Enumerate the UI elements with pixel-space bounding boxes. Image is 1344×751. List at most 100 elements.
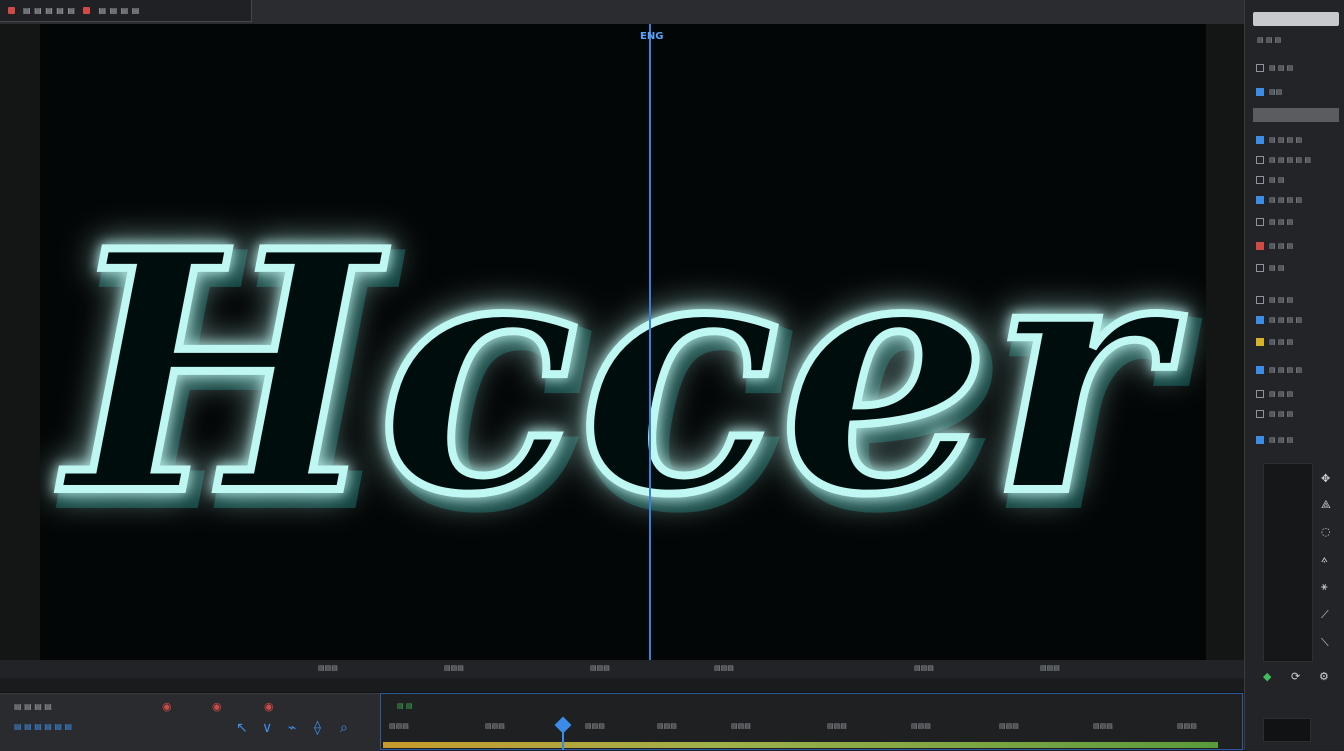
- neon-text: Hccer: [56, 179, 1186, 567]
- timeline-clip[interactable]: [383, 742, 1218, 748]
- panel-item-label: ▤ ▤ ▤: [1269, 218, 1294, 226]
- panel-item-label: ▤ ▤ ▤ ▤: [1269, 366, 1303, 374]
- pen-icon: [1256, 296, 1264, 304]
- panel-item[interactable]: ▤ ▤ ▤: [1256, 218, 1293, 226]
- panel-item-label: ▤ ▤: [1269, 176, 1285, 184]
- track-tick-label: ▤▤▤: [585, 722, 605, 730]
- track-name: ▤ ▤: [397, 702, 413, 710]
- tool-icon-2[interactable]: ⟁: [1321, 498, 1331, 512]
- panel-item-label: ▤ ▤ ▤ ▤: [1269, 196, 1303, 204]
- panel-item-label: ▤ ▤ ▤: [1269, 390, 1294, 398]
- tool-icon-5[interactable]: ⚹: [1321, 580, 1328, 594]
- panel-item-label: ▤ ▤ ▤ ▤: [1269, 316, 1303, 324]
- photo-icon: [1256, 316, 1264, 324]
- keyframe-icon[interactable]: ◆: [1263, 670, 1271, 683]
- playhead-line[interactable]: [649, 24, 651, 662]
- panel-item-label: ▤ ▤ ▤: [1269, 338, 1294, 346]
- layer-icon: [1256, 218, 1264, 226]
- toolbar-tick-label: ▤▤▤: [590, 664, 610, 672]
- panel-item-label: ▤ ▤ ▤ ▤ ▤: [1269, 156, 1311, 164]
- track-tick-label: ▤▤▤: [827, 722, 847, 730]
- tool-icon-7[interactable]: ⟍: [1321, 636, 1329, 650]
- solo-track-icon[interactable]: ◉: [264, 700, 274, 713]
- panel-item-label: ▤ ▤ ▤: [1269, 242, 1294, 250]
- record-icon-2[interactable]: [83, 7, 91, 14]
- top-menu: ▤ ▤ ▤ ▤ ▤ ▤ ▤ ▤ ▤: [0, 0, 252, 22]
- playhead-label: ENG: [640, 31, 664, 42]
- list-icon: [1256, 136, 1264, 144]
- panel-item[interactable]: ▤ ▤ ▤: [1256, 390, 1293, 398]
- yellow-box-icon: [1256, 338, 1264, 346]
- red-layer-icon: [1256, 242, 1264, 250]
- panel-item[interactable]: ▤ ▤ ▤ ▤ ▤: [1256, 156, 1311, 164]
- divider-label: [1256, 264, 1264, 272]
- panel-item[interactable]: ▤ ▤ ▤: [1256, 242, 1293, 250]
- tool-icon-1[interactable]: ✥: [1321, 472, 1330, 485]
- media-icon: [1256, 88, 1264, 96]
- panel-item[interactable]: ▤ ▤ ▤: [1256, 338, 1293, 346]
- folder-icon: [1256, 64, 1264, 72]
- panel-item[interactable]: ▤ ▤: [1256, 264, 1284, 272]
- track-tick-label: ▤▤▤: [389, 722, 409, 730]
- mute-track-icon[interactable]: ◉: [212, 700, 222, 713]
- panel-bottom-box: [1263, 718, 1311, 742]
- record-track-icon[interactable]: ◉: [162, 700, 172, 713]
- section-icon: [1256, 156, 1264, 164]
- track-tick-label: ▤▤▤: [485, 722, 505, 730]
- panel-item-label: ▤ ▤ ▤ ▤: [1269, 136, 1303, 144]
- track-header-label: ▤ ▤ ▤ ▤: [14, 702, 52, 711]
- sync-icon[interactable]: ⟳: [1291, 670, 1300, 683]
- panel-item-label: ▤ ▤ ▤: [1269, 436, 1294, 444]
- tool-icon-3[interactable]: ◌: [1321, 525, 1331, 538]
- menu-text-2[interactable]: ▤ ▤ ▤ ▤: [98, 6, 139, 15]
- panel-item-label: ▤ ▤ ▤: [1269, 64, 1294, 72]
- track-tick-label: ▤▤▤: [1093, 722, 1113, 730]
- clock-icon: [1256, 390, 1264, 398]
- tool-icon-4[interactable]: ⟑: [1321, 552, 1328, 566]
- menu-text-1[interactable]: ▤ ▤ ▤ ▤ ▤: [23, 6, 75, 15]
- edit-icon: [1256, 366, 1264, 374]
- timeline-track-headers: ▤ ▤ ▤ ▤ ▤ ▤ ▤ ▤ ▤ ▤ ↖ ∨ ⌁ ⟠ ⌕ ◉ ◉ ◉: [0, 693, 380, 751]
- panel-item-label: ▤▤: [1269, 88, 1283, 96]
- panel-item-label: ▤ ▤: [1269, 264, 1285, 272]
- neon-text-render: Hccer Hccer: [52, 175, 1203, 586]
- track-tick-label: ▤▤▤: [657, 722, 677, 730]
- panel-item[interactable]: ▤ ▤: [1256, 176, 1284, 184]
- zoom-tool-icon[interactable]: ⌕: [340, 720, 348, 736]
- trim-tool-icon[interactable]: ⌁: [288, 720, 296, 736]
- panel-preview: [1263, 463, 1313, 662]
- panel-item-label: ▤ ▤ ▤: [1269, 410, 1294, 418]
- panel-item[interactable]: ▤ ▤ ▤ ▤: [1256, 196, 1302, 204]
- panel-item[interactable]: ▤ ▤ ▤: [1256, 296, 1293, 304]
- track-tick-label: ▤▤▤: [731, 722, 751, 730]
- toolbar-tick-label: ▤▤▤: [318, 664, 338, 672]
- panel-item[interactable]: ▤ ▤ ▤: [1256, 436, 1293, 444]
- panel-list: ▤ ▤ ▤ ▤▤ ▤ ▤ ▤ ▤ ▤ ▤ ▤ ▤ ▤ ▤ ▤ ▤ ▤ ▤ ▤ ▤ ▤ ▤ ▤ …: [1244, 0, 1344, 460]
- settings-icon[interactable]: ⚙: [1319, 670, 1329, 683]
- panel-item[interactable]: ▤ ▤ ▤ ▤: [1256, 366, 1302, 374]
- toolbar-tick-label: ▤▤▤: [714, 664, 734, 672]
- toolbar-tick-label: ▤▤▤: [444, 664, 464, 672]
- image-icon: [1256, 196, 1264, 204]
- slip-tool-icon[interactable]: ⟠: [314, 720, 321, 736]
- panel-item[interactable]: ▤▤: [1256, 88, 1282, 96]
- properties-icon: [1256, 410, 1264, 418]
- track-header-label-2: ▤ ▤ ▤ ▤ ▤ ▤: [14, 722, 73, 731]
- timeline-toolbar: ▤▤▤ ▤▤▤ ▤▤▤ ▤▤▤ ▤▤▤ ▤▤▤: [0, 660, 1244, 678]
- track-tick-label: ▤▤▤: [911, 722, 931, 730]
- panel-item[interactable]: ▤ ▤ ▤: [1256, 410, 1293, 418]
- razor-tool-icon[interactable]: ∨: [262, 720, 272, 736]
- panel-item[interactable]: ▤ ▤ ▤: [1256, 64, 1293, 72]
- selection-tool-icon[interactable]: ↖: [236, 720, 248, 736]
- toolbar-tick-label: ▤▤▤: [914, 664, 934, 672]
- tool-icon-6[interactable]: ⟋: [1321, 608, 1329, 622]
- panel-item[interactable]: ▤ ▤ ▤ ▤: [1256, 136, 1302, 144]
- record-icon[interactable]: [8, 7, 15, 14]
- track-tick-label: ▤▤▤: [1177, 722, 1197, 730]
- effects-icon: [1256, 436, 1264, 444]
- toolbar-tick-label: ▤▤▤: [1040, 664, 1060, 672]
- panel-item[interactable]: ▤ ▤ ▤ ▤: [1256, 316, 1302, 324]
- panel-item-label: ▤ ▤ ▤: [1269, 296, 1294, 304]
- timeline-ruler[interactable]: [0, 678, 1244, 693]
- square-icon: [1256, 176, 1264, 184]
